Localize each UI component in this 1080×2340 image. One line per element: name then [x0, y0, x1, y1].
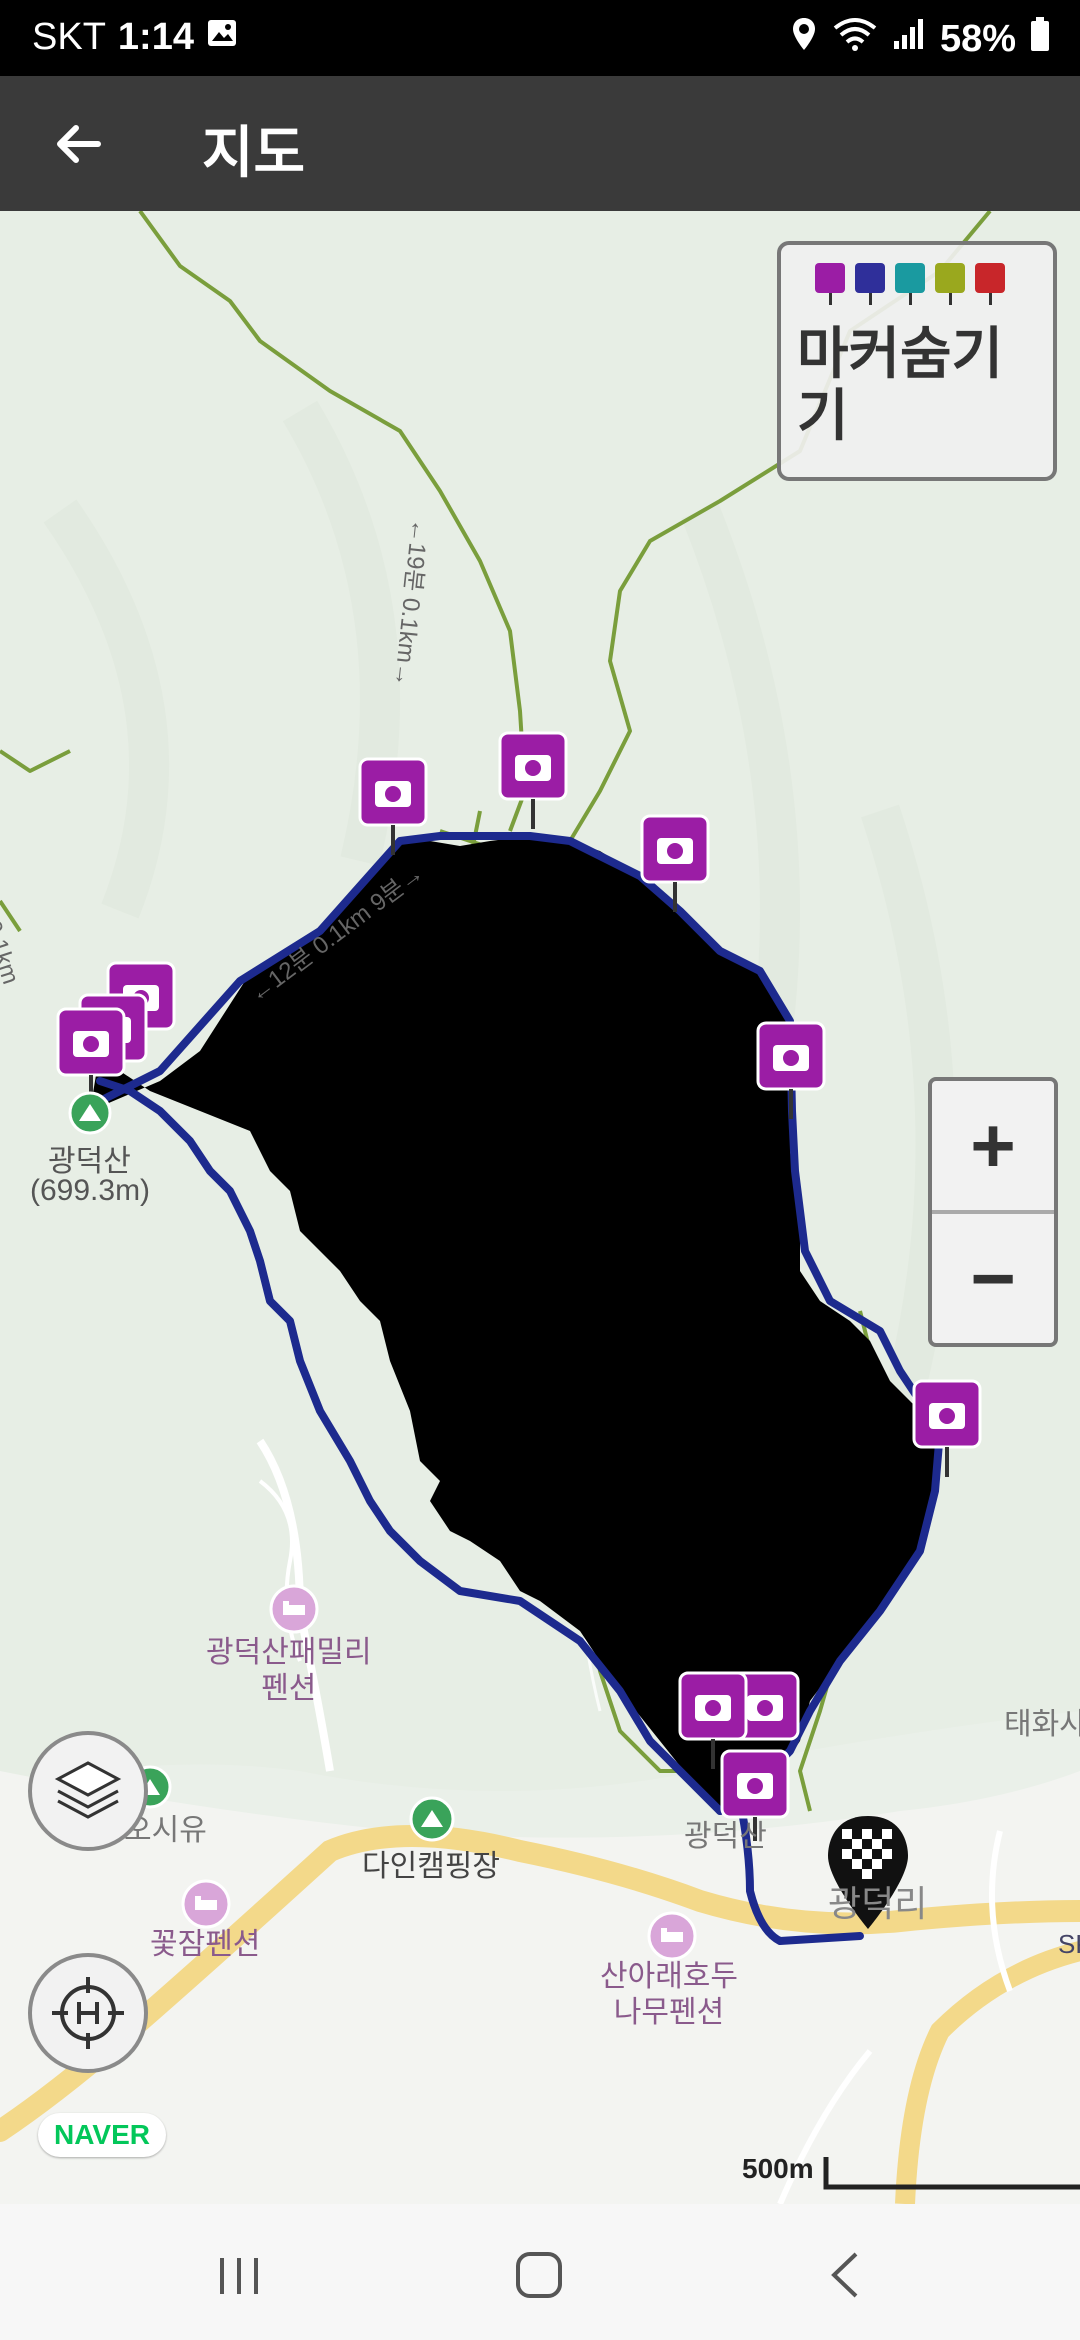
zoom-in-button[interactable]: +: [932, 1081, 1054, 1210]
home-icon[interactable]: [514, 2250, 564, 2300]
place-label[interactable]: 광덕산패밀리 펜션: [206, 1635, 372, 1707]
flag-marker-icon: [975, 263, 1005, 305]
back-icon[interactable]: [826, 2250, 866, 2300]
hide-markers-button[interactable]: 마커숨기기: [777, 241, 1057, 481]
place-label: 광덕리: [828, 1883, 928, 1924]
layers-icon: [54, 1761, 122, 1819]
camera-marker-icon: [815, 263, 845, 305]
place-label[interactable]: 다인캠핑장: [362, 1841, 500, 1885]
recent-apps-icon[interactable]: [216, 2254, 262, 2298]
status-bar: SKT 1:14 58%: [0, 0, 1080, 76]
signal-icon: [892, 17, 926, 61]
wifi-icon: [832, 16, 878, 62]
arrow-left-icon[interactable]: [50, 114, 110, 174]
system-nav-bar: [0, 2204, 1080, 2340]
map-view[interactable]: ←19분 0.1km→ ←12분 0.1km 9분→ 0.1km 광덕산 (69…: [0, 211, 1080, 2204]
place-label: SK: [1058, 1929, 1080, 1959]
crosshair-icon: [52, 1977, 124, 2049]
marker-type-icons: [815, 263, 1005, 305]
my-location-button[interactable]: [28, 1953, 148, 2073]
zoom-out-button[interactable]: −: [932, 1210, 1054, 1343]
battery-percent: 58%: [939, 17, 1016, 60]
app-bar: 지도: [0, 76, 1080, 211]
battery-icon: [1030, 16, 1050, 62]
place-label: 태화사: [1004, 1708, 1080, 1741]
place-label[interactable]: 꽃잠펜션: [150, 1927, 260, 1963]
clock: 1:14: [117, 16, 194, 58]
hide-markers-label: 마커숨기기: [797, 322, 1004, 447]
naver-logo: NAVER: [38, 2113, 166, 2157]
page-title: 지도: [202, 121, 306, 184]
layers-button[interactable]: [28, 1731, 148, 1851]
scale-label: 500m: [742, 2153, 814, 2184]
place-label[interactable]: 산아래호두 나무펜션: [600, 1959, 738, 2031]
gallery-notification-icon: [206, 16, 238, 59]
peak-elevation: (699.3m): [30, 1174, 151, 1207]
memo-marker-icon: [935, 263, 965, 305]
carrier-label: SKT: [32, 16, 106, 58]
zoom-control: + −: [928, 1077, 1058, 1347]
scale-line-icon: [823, 2157, 1080, 2190]
location-icon: [790, 16, 818, 62]
place-label: 광덕산: [684, 1820, 767, 1853]
audio-marker-icon: [895, 263, 925, 305]
video-marker-icon: [855, 263, 885, 305]
